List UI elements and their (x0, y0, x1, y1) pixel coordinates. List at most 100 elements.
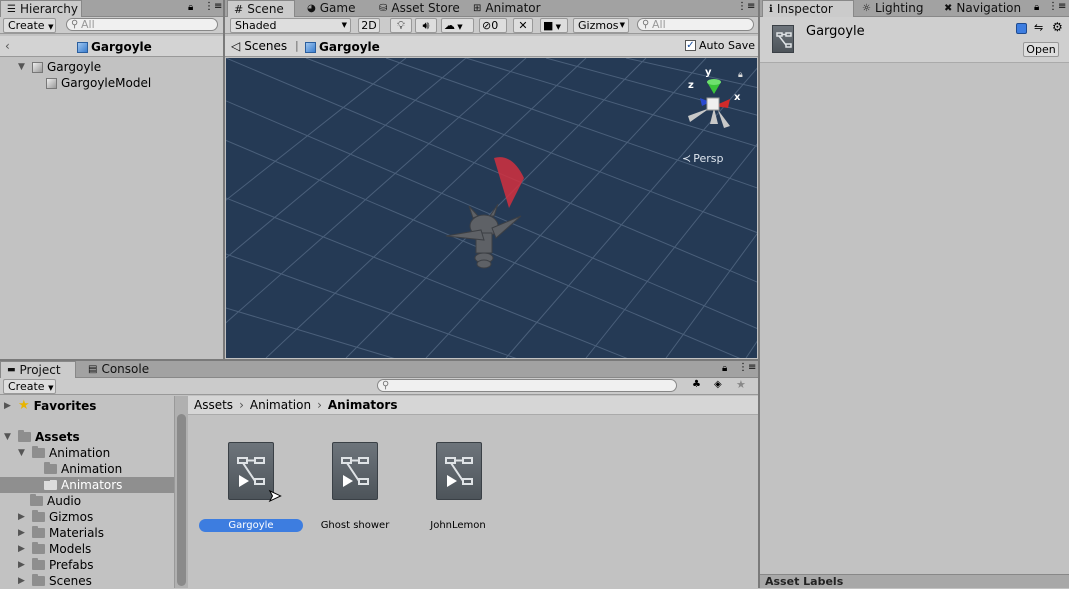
expand-arrow-icon[interactable]: ▶ (18, 557, 28, 573)
search-by-type-icon[interactable]: ♣ (692, 379, 701, 390)
panel-menu-icon[interactable]: ⋮≡ (204, 1, 222, 12)
folder-icon: ▬ (7, 365, 16, 375)
scenes-breadcrumb-button[interactable]: ◁ Scenes (231, 39, 287, 53)
project-search-input[interactable]: ⚲ (377, 379, 677, 392)
lock-icon[interactable]: 🔒︎ (188, 2, 193, 13)
folder-item[interactable]: ▶ Models (18, 541, 91, 557)
folder-icon (32, 526, 45, 538)
lighting-toggle[interactable]: 💡︎ (390, 18, 412, 33)
grid-icon: # (234, 3, 244, 16)
tab-console[interactable]: ▤ Console (82, 361, 155, 378)
tools-toggle[interactable]: ✕ (513, 18, 533, 33)
presets-icon[interactable]: ⇋ (1034, 21, 1043, 34)
axis-z-label: z (688, 80, 694, 91)
scene-search-input[interactable]: ⚲ All (637, 18, 754, 31)
hierarchy-item-label: Gargoyle (47, 60, 102, 74)
folder-item[interactable]: Audio (30, 493, 81, 509)
hierarchy-item[interactable]: GargoyleModel (46, 75, 151, 91)
asset-labels-bar[interactable]: Asset Labels (760, 574, 1069, 588)
effects-dropdown[interactable]: ☁︎ ▼ (441, 18, 474, 33)
shading-mode-value: Shaded (235, 19, 277, 32)
create-label: Create (8, 19, 45, 32)
project-panel: ▬ Project ▤ Console 🔒︎ ⋮≡ Create ▼ ⚲ ♣ ◈… (0, 361, 758, 588)
breadcrumb-animation[interactable]: Animation (250, 398, 311, 412)
tab-inspector[interactable]: ℹ Inspector (762, 0, 854, 18)
folder-item[interactable]: ▶ Prefabs (18, 557, 94, 573)
tab-asset-store[interactable]: ⛁ Asset Store (373, 0, 466, 17)
expand-arrow-icon[interactable]: ▶ (18, 573, 28, 589)
lock-icon[interactable]: 🔒︎ (1034, 2, 1039, 13)
tree-scrollbar[interactable] (174, 396, 188, 588)
folder-item[interactable]: Animation (44, 461, 122, 477)
folder-item[interactable]: ▼ Animation (18, 445, 110, 461)
dropdown-arrow-icon: ▼ (619, 21, 625, 29)
eye-slash-icon: ⊘ (482, 19, 492, 32)
assets-item[interactable]: ▼ Assets (4, 429, 80, 445)
folder-item[interactable]: ▶ Scenes (18, 573, 92, 589)
current-prefab-crumb[interactable]: Gargoyle (305, 40, 380, 54)
folder-icon (32, 558, 45, 570)
folder-item-selected[interactable]: Animators (44, 477, 122, 493)
tab-scene[interactable]: # Scene (227, 0, 295, 18)
shading-mode-dropdown[interactable]: Shaded ▼ (230, 18, 351, 33)
folder-item[interactable]: ▶ Gizmos (18, 509, 93, 525)
tree-scrollbar-thumb[interactable] (177, 414, 186, 586)
tab-game[interactable]: ◕ Game (301, 0, 361, 17)
expand-arrow-icon[interactable]: ▶ (18, 541, 28, 557)
breadcrumb-separator: | (295, 39, 299, 52)
gizmos-dropdown[interactable]: Gizmos ▼ (573, 18, 629, 33)
back-arrow-icon[interactable]: ‹ (5, 39, 10, 53)
create-label: Create (8, 380, 45, 393)
hierarchy-create-button[interactable]: Create ▼ (3, 18, 56, 33)
asset-item[interactable] (436, 442, 484, 502)
search-icon: ⚲ (71, 19, 79, 30)
panel-menu-icon[interactable]: ⋮≡ (1048, 1, 1066, 12)
expand-arrow-icon[interactable]: ▼ (18, 59, 28, 75)
tab-hierarchy[interactable]: ☰ Hierarchy (0, 0, 82, 18)
asset-label[interactable]: Ghost shower (303, 519, 407, 532)
tab-lighting-label: Lighting (874, 1, 924, 15)
projection-toggle[interactable]: ≺ Persp (682, 152, 723, 165)
hierarchy-item[interactable]: ▼ Gargoyle (18, 59, 101, 75)
gizmo-lock-icon[interactable]: 🔒︎ (738, 70, 743, 80)
expand-arrow-icon[interactable]: ▶ (18, 509, 28, 525)
camera-dropdown[interactable]: ■ ▼ (540, 18, 568, 33)
asset-label[interactable]: Gargoyle (199, 519, 303, 532)
tab-lighting[interactable]: ☼ Lighting (856, 0, 929, 17)
panel-menu-icon[interactable]: ⋮≡ (738, 362, 756, 373)
expand-arrow-icon[interactable]: ▶ (4, 398, 14, 414)
panel-menu-icon[interactable]: ⋮≡ (737, 1, 755, 12)
hidden-objects-toggle[interactable]: ⊘0 (479, 18, 507, 33)
tab-animator[interactable]: ⊞ Animator (467, 0, 547, 17)
project-create-button[interactable]: Create ▼ (3, 379, 56, 394)
toggle-2d-button[interactable]: 2D (358, 18, 380, 33)
asset-item[interactable] (332, 442, 380, 502)
folder-icon (18, 430, 31, 442)
open-button[interactable]: Open (1023, 42, 1059, 57)
audio-toggle[interactable]: 🔊︎ (415, 18, 437, 33)
search-by-label-icon[interactable]: ◈ (714, 379, 722, 390)
tab-navigation[interactable]: ✖ Navigation (938, 0, 1027, 17)
tab-project[interactable]: ▬ Project (0, 361, 76, 379)
asset-label[interactable]: JohnLemon (406, 519, 510, 532)
favorite-star-icon[interactable]: ★ (736, 378, 746, 391)
help-icon[interactable] (1016, 23, 1027, 34)
info-icon: ℹ (769, 4, 773, 15)
breadcrumb-animators[interactable]: Animators (328, 398, 398, 412)
expand-arrow-icon[interactable]: ▼ (18, 445, 28, 461)
star-icon: ★ (18, 398, 30, 413)
search-icon: ⚲ (382, 380, 390, 391)
persp-label: Persp (693, 152, 724, 165)
auto-save-checkbox[interactable]: ✓ (685, 40, 696, 51)
expand-arrow-icon[interactable]: ▶ (18, 525, 28, 541)
lock-icon[interactable]: 🔒︎ (722, 363, 727, 374)
hierarchy-search-input[interactable]: ⚲ All (66, 18, 218, 31)
expand-arrow-icon[interactable]: ▼ (4, 429, 14, 445)
favorites-item[interactable]: ▶ ★ Favorites (4, 398, 96, 414)
folder-item[interactable]: ▶ Materials (18, 525, 104, 541)
auto-save-toggle[interactable]: ✓ Auto Save (685, 39, 755, 52)
scene-viewport[interactable]: y x z 🔒︎ ≺ Persp (226, 58, 757, 358)
folder-label: Gizmos (49, 510, 94, 524)
settings-gear-icon[interactable]: ⚙ (1052, 20, 1063, 34)
breadcrumb-assets[interactable]: Assets (194, 398, 233, 412)
